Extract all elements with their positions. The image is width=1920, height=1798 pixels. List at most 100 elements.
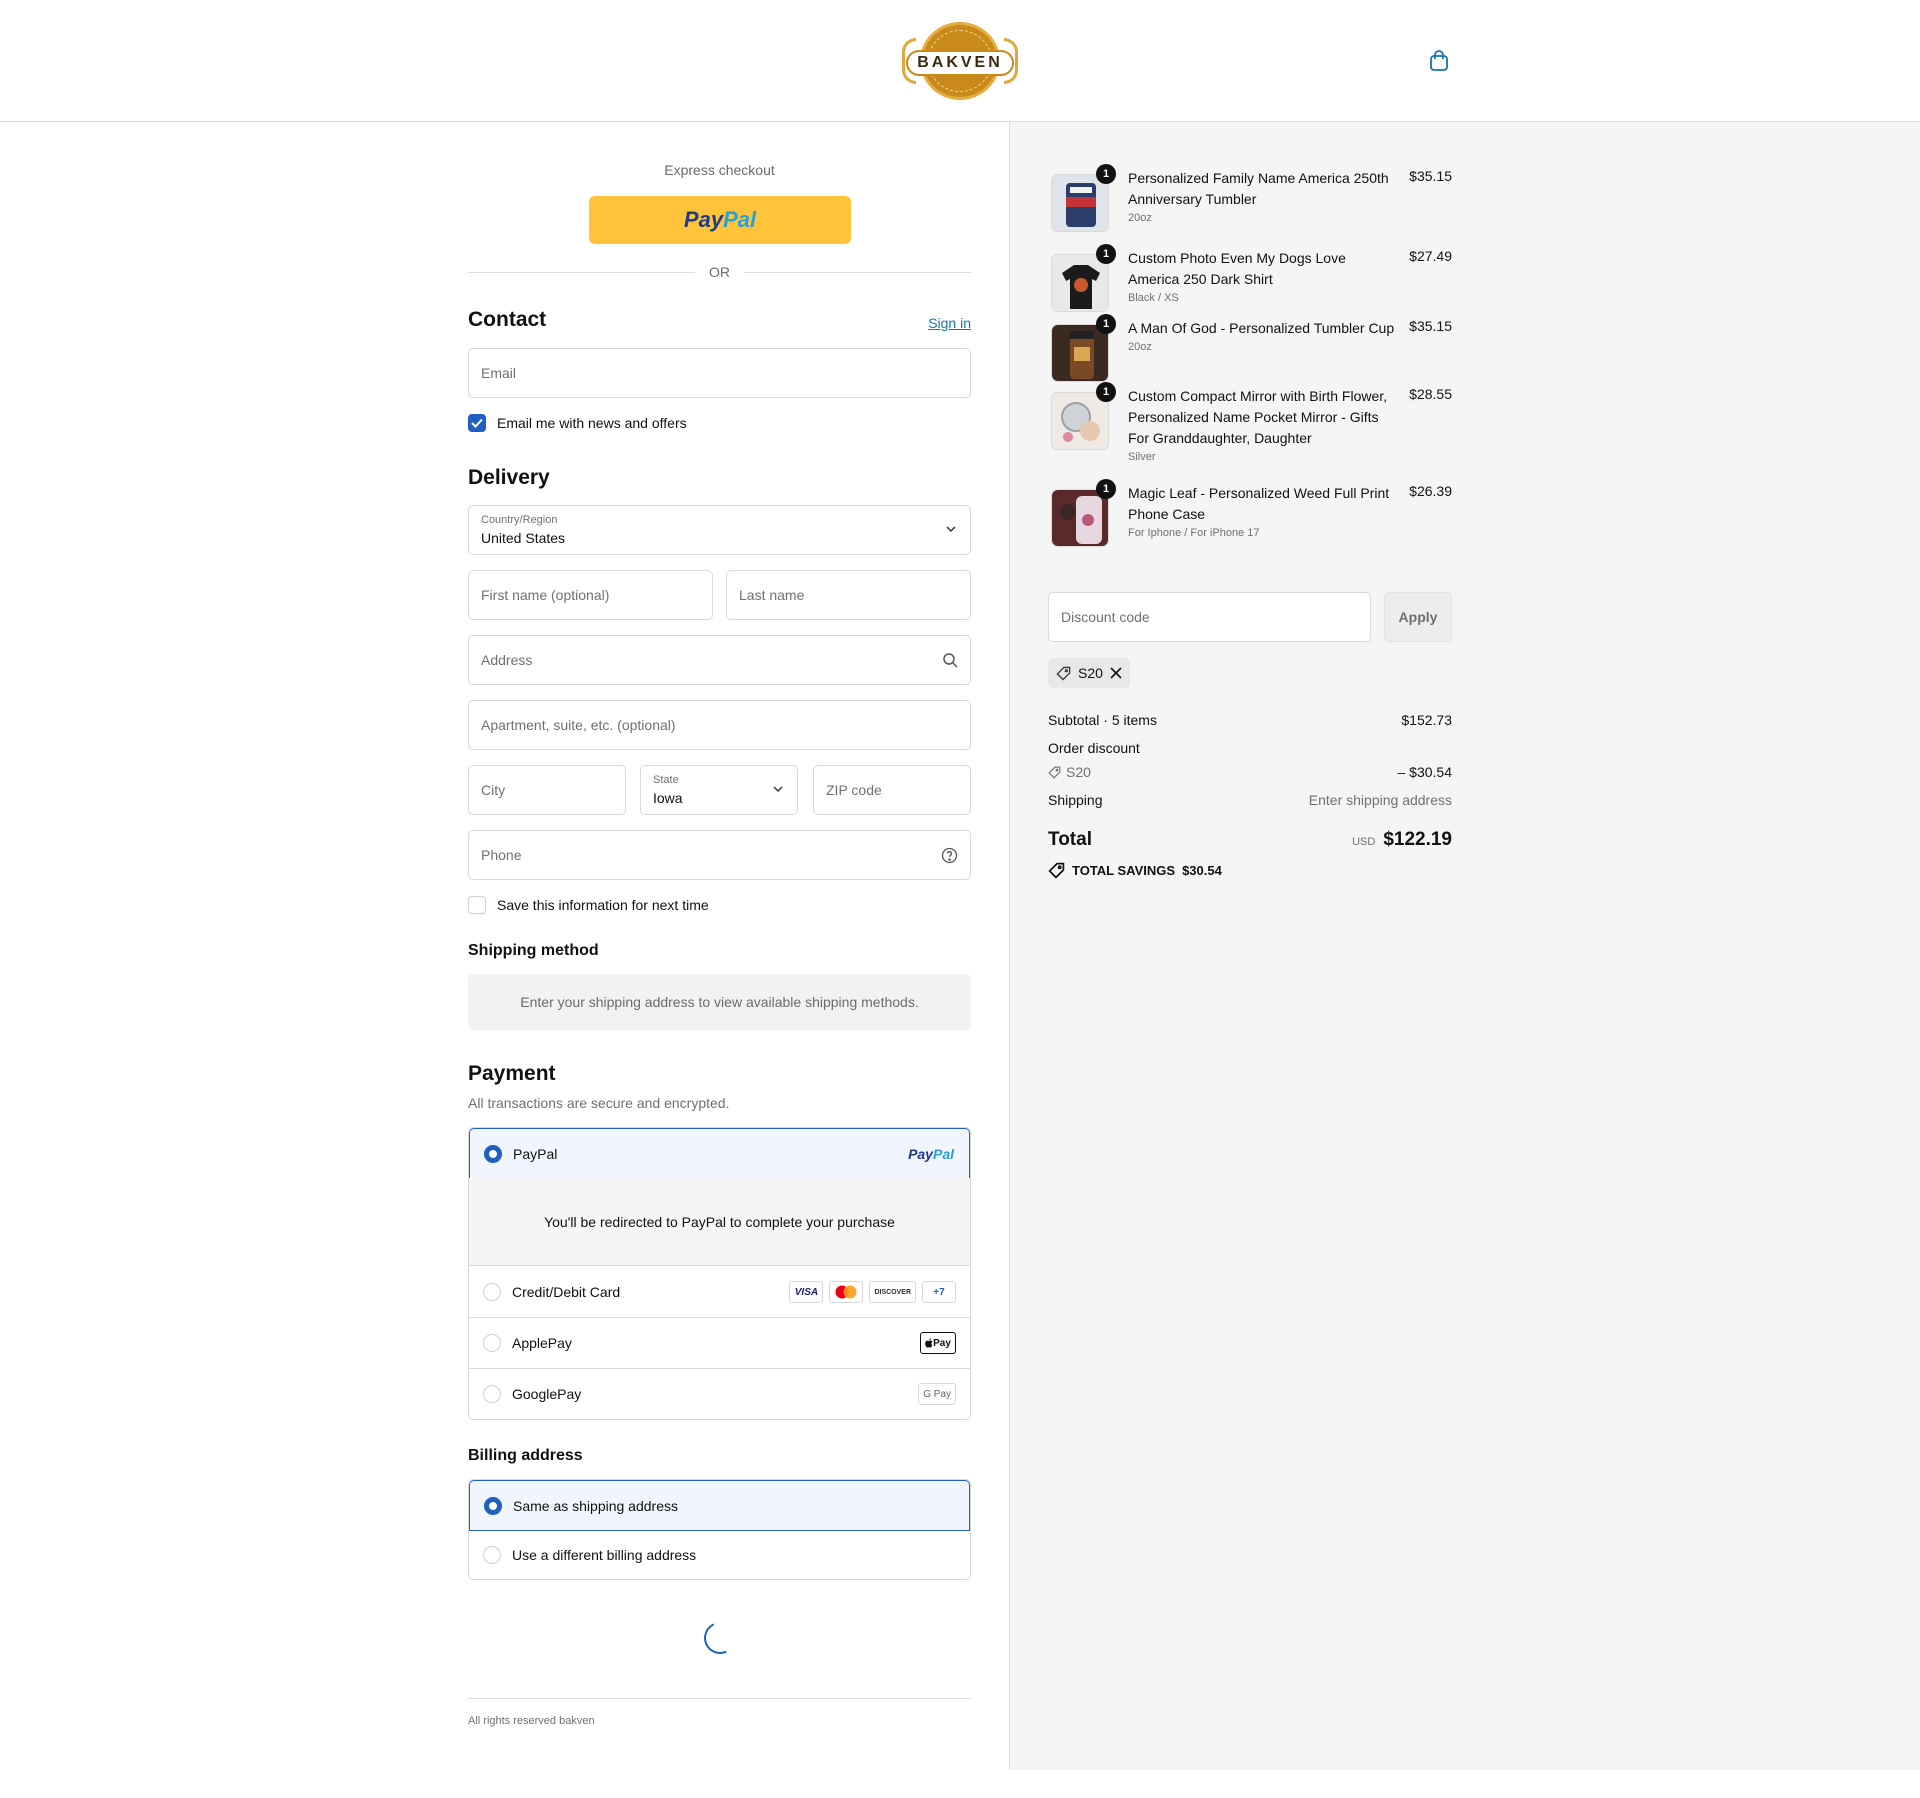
more-cards-badge: +7 bbox=[922, 1281, 956, 1303]
city-field[interactable]: City bbox=[468, 765, 626, 815]
contact-heading: Contact bbox=[468, 308, 547, 331]
payment-option-card[interactable]: Credit/Debit Card VISA DISCOVER +7 bbox=[469, 1267, 970, 1317]
newsletter-checkbox[interactable] bbox=[468, 414, 486, 432]
help-circle-icon bbox=[941, 847, 958, 864]
product-variant: Black / XS bbox=[1128, 292, 1179, 304]
close-icon[interactable] bbox=[1110, 667, 1122, 679]
googlepay-radio[interactable] bbox=[483, 1385, 501, 1403]
payment-heading: Payment bbox=[468, 1062, 556, 1085]
country-select[interactable]: Country/Region United States bbox=[468, 505, 971, 555]
product-price: $28.55 bbox=[1409, 386, 1452, 402]
product-price: $35.15 bbox=[1409, 318, 1452, 334]
total-savings: TOTAL SAVINGS $30.54 bbox=[1048, 862, 1222, 879]
subtotal-row: Subtotal · 5 items $152.73 bbox=[1048, 712, 1452, 728]
applied-discount-chip: S20 bbox=[1048, 658, 1130, 688]
product-price: $35.15 bbox=[1409, 168, 1452, 184]
zip-code-field[interactable]: ZIP code bbox=[813, 765, 971, 815]
visa-badge: VISA bbox=[789, 1281, 824, 1303]
newsletter-checkbox-row[interactable]: Email me with news and offers bbox=[468, 414, 687, 432]
product-price: $27.49 bbox=[1409, 248, 1452, 264]
shipping-method-heading: Shipping method bbox=[468, 942, 599, 959]
quantity-badge: 1 bbox=[1096, 244, 1116, 264]
apple-icon bbox=[925, 1338, 933, 1348]
product-variant: 20oz bbox=[1128, 212, 1152, 224]
applepay-radio[interactable] bbox=[483, 1334, 501, 1352]
product-title: Custom Photo Even My Dogs Love America 2… bbox=[1128, 248, 1398, 306]
quantity-badge: 1 bbox=[1096, 314, 1116, 334]
paypal-logo: PayPal bbox=[908, 1145, 954, 1162]
state-select[interactable]: State Iowa bbox=[640, 765, 798, 815]
paypal-radio[interactable] bbox=[484, 1144, 502, 1163]
save-info-label: Save this information for next time bbox=[497, 897, 709, 913]
shipping-method-note: Enter your shipping address to view avai… bbox=[468, 974, 971, 1030]
apply-discount-button[interactable]: Apply bbox=[1384, 592, 1452, 642]
tag-icon bbox=[1056, 666, 1071, 681]
check-icon bbox=[471, 418, 483, 428]
payment-option-paypal[interactable]: PayPal PayPal bbox=[469, 1128, 970, 1179]
chevron-down-icon bbox=[773, 786, 783, 793]
loading-spinner bbox=[699, 1617, 741, 1659]
express-checkout-label: Express checkout bbox=[664, 162, 775, 178]
email-field[interactable]: Email bbox=[468, 348, 971, 398]
footer-text: All rights reserved bakven bbox=[468, 1715, 595, 1727]
total-row: Total USD $122.19 bbox=[1048, 829, 1452, 850]
footer-divider bbox=[468, 1698, 971, 1699]
delivery-heading: Delivery bbox=[468, 466, 550, 489]
mastercard-icon bbox=[835, 1285, 857, 1299]
phone-field[interactable]: Phone bbox=[468, 830, 971, 880]
newsletter-label: Email me with news and offers bbox=[497, 415, 687, 431]
save-info-checkbox[interactable] bbox=[468, 896, 486, 914]
product-variant: Silver bbox=[1128, 451, 1156, 463]
discount-code-row: S20 – $30.54 bbox=[1048, 764, 1452, 780]
paypal-express-button[interactable]: Pay Pal bbox=[589, 196, 851, 244]
applepay-badge: Pay bbox=[920, 1332, 956, 1354]
product-price: $26.39 bbox=[1409, 483, 1452, 499]
last-name-field[interactable]: Last name bbox=[726, 570, 971, 620]
sign-in-link[interactable]: Sign in bbox=[928, 315, 971, 331]
mastercard-badge bbox=[829, 1281, 864, 1303]
quantity-badge: 1 bbox=[1096, 479, 1116, 499]
search-icon bbox=[943, 653, 958, 668]
quantity-badge: 1 bbox=[1096, 164, 1116, 184]
tag-icon bbox=[1048, 766, 1061, 779]
address-field[interactable]: Address bbox=[468, 635, 971, 685]
billing-different-address[interactable]: Use a different billing address bbox=[469, 1531, 970, 1579]
payment-options: PayPal PayPal You'll be redirected to Pa… bbox=[468, 1127, 971, 1420]
paypal-redirect-note: You'll be redirected to PayPal to comple… bbox=[469, 1178, 970, 1266]
order-summary-panel bbox=[1009, 122, 1920, 1770]
discover-badge: DISCOVER bbox=[869, 1281, 916, 1303]
logo-text: BAKVEN bbox=[906, 50, 1014, 76]
total-amount: $122.19 bbox=[1383, 829, 1452, 850]
product-title: A Man Of God - Personalized Tumbler Cup 2… bbox=[1128, 318, 1398, 355]
shopping-bag-icon bbox=[1430, 50, 1448, 71]
product-variant: 20oz bbox=[1128, 341, 1152, 353]
billing-address-options: Same as shipping address Use a different… bbox=[468, 1479, 971, 1580]
discount-code-input[interactable]: Discount code bbox=[1048, 592, 1371, 642]
paypal-logo-pal: Pal bbox=[723, 207, 757, 232]
product-title: Magic Leaf - Personalized Weed Full Prin… bbox=[1128, 483, 1398, 541]
product-title: Custom Compact Mirror with Birth Flower,… bbox=[1128, 386, 1398, 465]
first-name-field[interactable]: First name (optional) bbox=[468, 570, 713, 620]
quantity-badge: 1 bbox=[1096, 382, 1116, 402]
billing-same-as-shipping[interactable]: Same as shipping address bbox=[469, 1480, 970, 1531]
payment-option-googlepay[interactable]: GooglePay G Pay bbox=[469, 1368, 970, 1419]
or-divider: OR bbox=[468, 262, 971, 282]
product-variant: For Iphone / For iPhone 17 bbox=[1128, 527, 1260, 539]
card-radio[interactable] bbox=[483, 1283, 501, 1301]
brand-logo[interactable]: BAKVEN bbox=[900, 20, 1020, 102]
currency-code: USD bbox=[1352, 836, 1376, 848]
header: BAKVEN bbox=[0, 0, 1920, 122]
cart-button[interactable] bbox=[1426, 48, 1452, 74]
payment-secure-note: All transactions are secure and encrypte… bbox=[468, 1095, 730, 1111]
card-brand-badges: VISA DISCOVER +7 bbox=[789, 1281, 956, 1303]
billing-same-radio[interactable] bbox=[484, 1496, 502, 1515]
apartment-field[interactable]: Apartment, suite, etc. (optional) bbox=[468, 700, 971, 750]
product-title: Personalized Family Name America 250th A… bbox=[1128, 168, 1398, 226]
shipping-row: Shipping Enter shipping address bbox=[1048, 792, 1452, 808]
googlepay-badge: G Pay bbox=[918, 1383, 956, 1405]
save-info-checkbox-row[interactable]: Save this information for next time bbox=[468, 896, 709, 914]
chevron-down-icon bbox=[946, 526, 956, 533]
billing-different-radio[interactable] bbox=[483, 1546, 501, 1564]
order-discount-row: Order discount bbox=[1048, 740, 1140, 756]
payment-option-applepay[interactable]: ApplePay Pay bbox=[469, 1317, 970, 1368]
